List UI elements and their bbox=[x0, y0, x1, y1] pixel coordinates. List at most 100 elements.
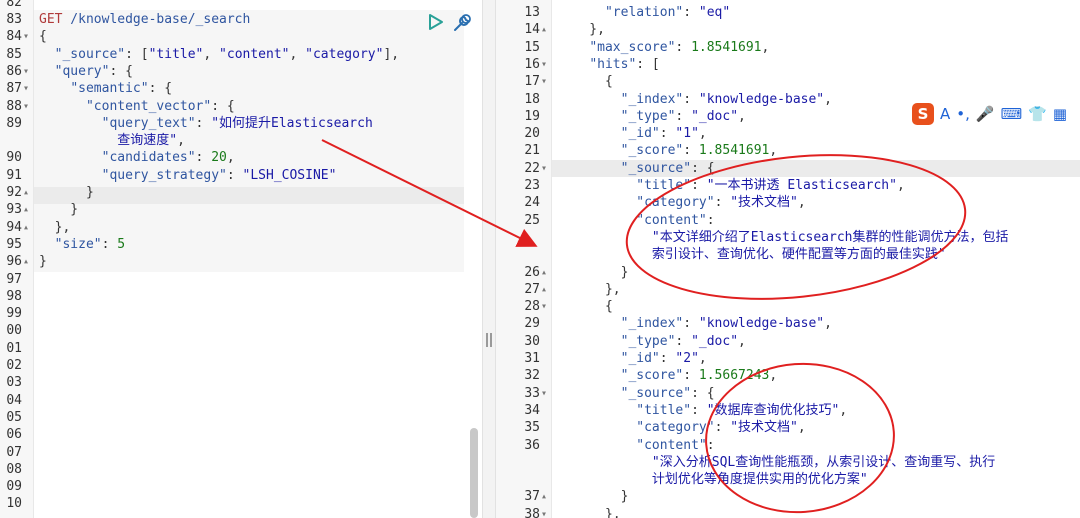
code-line[interactable]: "relation": "eq" bbox=[558, 4, 730, 21]
code-line[interactable]: }, bbox=[558, 21, 605, 38]
unfold-marker-icon[interactable]: ▴ bbox=[23, 201, 29, 218]
fold-toggle-icon[interactable]: ▾ bbox=[23, 63, 29, 80]
fold-toggle-icon[interactable]: ▾ bbox=[541, 385, 547, 402]
line-number: 36 bbox=[524, 437, 540, 453]
code-line[interactable]: { bbox=[558, 73, 613, 90]
line-number: 91 bbox=[6, 167, 22, 183]
code-line[interactable]: "_index": "knowledge-base", bbox=[558, 91, 832, 108]
fold-toggle-icon[interactable]: ▾ bbox=[541, 160, 547, 177]
code-line[interactable]: } bbox=[558, 264, 629, 281]
code-line[interactable]: "query": { bbox=[39, 63, 133, 80]
code-token: , bbox=[839, 402, 848, 418]
code-line[interactable]: "max_score": 1.8541691, bbox=[558, 39, 769, 56]
line-number: 07 bbox=[6, 444, 22, 460]
code-line[interactable]: "candidates": 20, bbox=[39, 149, 235, 166]
code-token: : bbox=[226, 167, 243, 183]
code-line[interactable]: "hits": [ bbox=[558, 56, 660, 73]
line-number bbox=[496, 454, 540, 471]
code-line[interactable]: "category": "技术文档", bbox=[558, 194, 805, 211]
code-line[interactable]: "query_strategy": "LSH_COSINE" bbox=[39, 167, 337, 184]
code-line[interactable]: "_id": "1", bbox=[558, 125, 707, 142]
code-line[interactable]: { bbox=[39, 28, 47, 45]
line-number: 03 bbox=[6, 375, 22, 391]
unfold-marker-icon[interactable]: ▴ bbox=[23, 184, 29, 201]
code-token: : [ bbox=[125, 46, 149, 62]
code-line[interactable]: 查询速度", bbox=[39, 132, 185, 149]
code-line[interactable]: "content": bbox=[558, 212, 715, 229]
line-number: 38 bbox=[524, 506, 540, 518]
code-line[interactable]: } bbox=[39, 184, 94, 201]
unfold-marker-icon[interactable]: ▴ bbox=[541, 264, 547, 281]
code-line[interactable]: "深入分析SQL查询性能瓶颈，从索引设计、查询重写、执行 bbox=[558, 454, 995, 471]
code-token: : [ bbox=[636, 56, 660, 72]
unfold-marker-icon[interactable]: ▴ bbox=[23, 219, 29, 236]
code-line[interactable]: "_source": ["title", "content", "categor… bbox=[39, 46, 399, 63]
response-viewer-pane[interactable]: 13 "relation": "eq" 14 ▴ }, 15 "max_score":… bbox=[496, 0, 1080, 518]
fold-toggle-icon[interactable]: ▾ bbox=[23, 28, 29, 45]
code-token: "技术文档" bbox=[730, 420, 798, 436]
fold-toggle-icon[interactable]: ▾ bbox=[541, 506, 547, 518]
code-line[interactable]: { bbox=[558, 298, 613, 315]
ime-microphone-icon[interactable]: 🎤 bbox=[976, 105, 995, 123]
ime-skin-icon[interactable]: 👕 bbox=[1028, 105, 1047, 123]
fold-toggle-icon[interactable]: ▾ bbox=[23, 80, 29, 97]
code-line[interactable]: "_type": "_doc", bbox=[558, 333, 746, 350]
run-request-icon[interactable] bbox=[428, 13, 444, 31]
fold-toggle-icon[interactable]: ▾ bbox=[541, 56, 547, 73]
line-number: 26 bbox=[524, 264, 540, 280]
editor-scrollbar[interactable] bbox=[470, 428, 478, 518]
code-line[interactable]: "_score": 1.8541691, bbox=[558, 142, 778, 159]
unfold-marker-icon[interactable]: ▴ bbox=[541, 281, 547, 298]
code-token: , bbox=[769, 143, 778, 159]
code-line[interactable]: } bbox=[39, 253, 47, 270]
code-line[interactable]: } bbox=[39, 201, 78, 218]
unfold-marker-icon[interactable]: ▴ bbox=[541, 488, 547, 505]
fold-toggle-icon[interactable]: ▾ bbox=[541, 73, 547, 90]
code-line[interactable]: "size": 5 bbox=[39, 236, 125, 253]
ime-toolbox-icon[interactable]: ▦ bbox=[1053, 105, 1067, 123]
code-line[interactable]: "content": bbox=[558, 437, 714, 454]
line-number: 87 bbox=[6, 81, 22, 97]
code-line[interactable]: "_source": { bbox=[558, 385, 715, 402]
code-token: : bbox=[675, 333, 692, 349]
code-line[interactable]: 计划优化等角度提供实用的优化方案" bbox=[558, 471, 868, 488]
ime-punctuation-icon[interactable]: •, bbox=[956, 105, 970, 123]
code-line[interactable]: "query_text": "如何提升Elasticsearch bbox=[39, 115, 373, 132]
code-token: "2" bbox=[675, 351, 699, 366]
code-token: : bbox=[706, 212, 715, 228]
fold-toggle-icon[interactable]: ▾ bbox=[23, 98, 29, 115]
code-line[interactable]: "title": "数据库查询优化技巧", bbox=[558, 402, 847, 419]
ime-language-toggle[interactable]: A bbox=[940, 105, 950, 123]
code-token: "_index" bbox=[620, 316, 684, 332]
code-line[interactable]: "本文详细介绍了Elasticsearch集群的性能调优方法，包括 bbox=[558, 229, 1009, 246]
code-token: : bbox=[659, 351, 676, 366]
code-line[interactable]: }, bbox=[39, 219, 71, 236]
code-token: : bbox=[683, 5, 699, 20]
request-editor-pane[interactable]: 82 83 GET /knowledge-base/_search 84 ▾{85 "_… bbox=[0, 0, 482, 518]
code-line[interactable]: "_id": "2", bbox=[558, 350, 707, 367]
fold-toggle-icon[interactable]: ▾ bbox=[541, 298, 547, 315]
code-line[interactable]: "title": "一本书讲透 Elasticsearch", bbox=[558, 177, 905, 194]
code-line[interactable]: "category": "技术文档", bbox=[558, 419, 805, 436]
code-line[interactable]: "_score": 1.5667243, bbox=[558, 367, 778, 384]
code-line[interactable]: GET /knowledge-base/_search bbox=[39, 11, 250, 28]
unfold-marker-icon[interactable]: ▴ bbox=[23, 253, 29, 270]
code-line[interactable]: } bbox=[558, 488, 629, 505]
code-token: { bbox=[558, 74, 613, 90]
code-line[interactable]: }, bbox=[558, 506, 621, 518]
ime-logo[interactable]: S bbox=[912, 103, 934, 125]
code-line[interactable]: "_index": "knowledge-base", bbox=[558, 315, 832, 332]
wrench-settings-icon[interactable] bbox=[451, 12, 473, 34]
code-line[interactable]: 索引设计、查询优化、硬件配置等方面的最佳实践" bbox=[558, 246, 946, 263]
input-method-toolbar[interactable]: S A •, 🎤 ⌨ 👕 ▦ bbox=[912, 102, 1067, 126]
code-line[interactable]: "_type": "_doc", bbox=[558, 108, 746, 125]
pane-resize-handle[interactable] bbox=[482, 0, 496, 518]
code-line[interactable]: }, bbox=[558, 281, 621, 298]
code-token: : bbox=[691, 402, 707, 418]
unfold-marker-icon[interactable]: ▴ bbox=[541, 21, 547, 38]
code-line[interactable]: "_source": { bbox=[558, 160, 715, 177]
ime-keyboard-icon[interactable]: ⌨ bbox=[1001, 105, 1023, 123]
code-line[interactable]: "semantic": { bbox=[39, 80, 172, 97]
code-line[interactable]: "content_vector": { bbox=[39, 98, 235, 115]
